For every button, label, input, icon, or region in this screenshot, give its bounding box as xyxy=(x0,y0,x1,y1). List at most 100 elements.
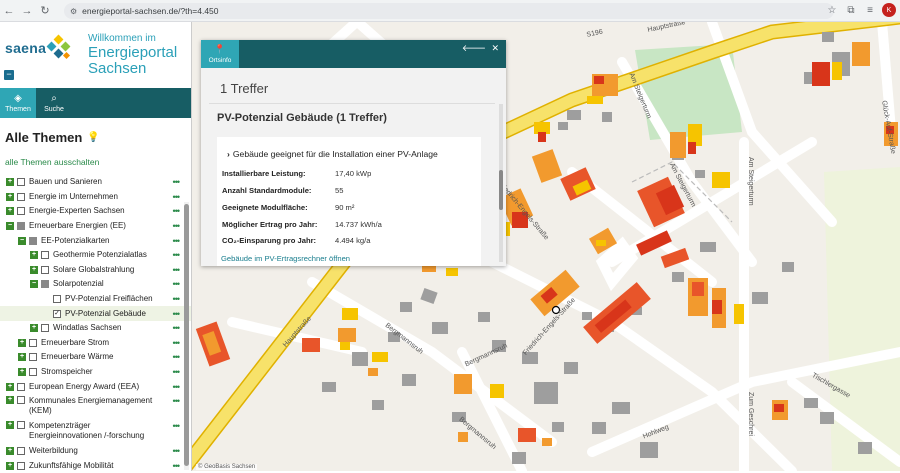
lightbulb-icon[interactable]: 💡 xyxy=(87,132,99,143)
expand-icon[interactable]: + xyxy=(30,251,38,259)
checkbox[interactable] xyxy=(41,266,49,274)
checkbox-checked[interactable]: ✓ xyxy=(53,310,61,318)
checkbox[interactable] xyxy=(29,368,37,376)
more-options-icon[interactable]: ••• xyxy=(173,382,179,392)
checkbox[interactable] xyxy=(29,339,37,347)
tree-item-strom[interactable]: + Erneuerbare Strom ••• xyxy=(0,336,191,351)
back-icon[interactable]: ← xyxy=(0,2,18,20)
expand-icon[interactable]: + xyxy=(30,266,38,274)
more-options-icon[interactable]: ••• xyxy=(173,367,179,377)
checkbox[interactable] xyxy=(17,207,25,215)
checkbox[interactable] xyxy=(41,324,49,332)
more-options-icon[interactable]: ••• xyxy=(173,236,179,246)
tree-item-globalstrahlung[interactable]: + Solare Globalstrahlung ••• xyxy=(0,263,191,278)
tree-item-weiterbildung[interactable]: + Weiterbildung ••• xyxy=(0,444,191,459)
checkbox[interactable] xyxy=(53,295,61,303)
tree-item-solarpotenzial[interactable]: − Solarpotenzial ••• xyxy=(0,277,191,292)
tree-item-windatlas[interactable]: + Windatlas Sachsen ••• xyxy=(0,321,191,336)
more-options-icon[interactable]: ••• xyxy=(173,177,179,187)
tree-item-geothermie[interactable]: + Geothermie Potenzialatlas ••• xyxy=(0,248,191,263)
address-bar[interactable]: ⚙ energieportal-sachsen.de/?th=4.450 xyxy=(64,3,834,19)
expand-icon[interactable]: + xyxy=(6,178,14,186)
more-options-icon[interactable]: ••• xyxy=(173,323,179,333)
expand-icon[interactable]: + xyxy=(6,383,14,391)
popup-scrollbar[interactable] xyxy=(499,104,503,262)
more-options-icon[interactable]: ••• xyxy=(173,221,179,231)
checkbox[interactable] xyxy=(29,237,37,245)
expand-icon[interactable]: + xyxy=(6,396,14,404)
extensions-icon[interactable]: ⧉ xyxy=(844,3,858,17)
tree-item-experten[interactable]: + Energie-Experten Sachsen ••• xyxy=(0,204,191,219)
bookmark-star-icon[interactable]: ☆ xyxy=(825,3,839,17)
expand-icon[interactable]: + xyxy=(6,193,14,201)
tree-item-pv-freiflaechen[interactable]: PV-Potenzial Freiflächen ••• xyxy=(0,292,191,307)
checkbox[interactable] xyxy=(17,396,25,404)
more-options-icon[interactable]: ••• xyxy=(173,294,179,304)
site-info-icon[interactable]: ⚙ xyxy=(70,7,77,16)
tab-ortsinfo[interactable]: 📍 Ortsinfo xyxy=(201,40,239,68)
more-options-icon[interactable]: ••• xyxy=(173,250,179,260)
more-options-icon[interactable]: ••• xyxy=(173,396,179,406)
tree-item-ee-potenzialkarten[interactable]: − EE-Potenzialkarten ••• xyxy=(0,233,191,248)
scrollbar-thumb[interactable] xyxy=(499,170,503,210)
checkbox[interactable] xyxy=(17,447,25,455)
more-options-icon[interactable]: ••• xyxy=(173,352,179,362)
tree-item-stromspeicher[interactable]: + Stromspeicher ••• xyxy=(0,365,191,380)
tree-item-kem[interactable]: + Kommunales Energiemanagement (KEM) ••• xyxy=(0,394,191,419)
more-options-icon[interactable]: ••• xyxy=(173,265,179,275)
checkbox[interactable] xyxy=(17,222,25,230)
checkbox[interactable] xyxy=(17,462,25,470)
expand-icon[interactable]: + xyxy=(6,462,14,470)
profile-avatar[interactable]: K xyxy=(882,3,896,17)
tree-item-waerme[interactable]: + Erneuerbare Wärme ••• xyxy=(0,350,191,365)
collapse-icon[interactable]: − xyxy=(30,280,38,288)
more-options-icon[interactable]: ••• xyxy=(173,279,179,289)
scrollbar-thumb[interactable] xyxy=(184,204,189,466)
checkbox[interactable] xyxy=(17,383,25,391)
more-options-icon[interactable]: ••• xyxy=(173,421,179,431)
open-pv-calculator-link[interactable]: Gebäude im PV-Ertragsrechner öffnen xyxy=(221,254,350,263)
popup-header: 📍 Ortsinfo 🡐 ✕ xyxy=(201,40,506,68)
more-options-icon[interactable]: ••• xyxy=(173,192,179,202)
checkbox[interactable] xyxy=(29,353,37,361)
expand-icon[interactable]: + xyxy=(30,324,38,332)
checkbox[interactable] xyxy=(17,178,25,186)
tree-item-erneuerbare[interactable]: − Erneuerbare Energien (EE) ••• xyxy=(0,219,191,234)
expand-icon[interactable]: + xyxy=(18,353,26,361)
tab-suche[interactable]: ⌕ Suche xyxy=(36,88,72,118)
reading-list-icon[interactable]: ≡ xyxy=(863,3,877,17)
tree-item-unternehmen[interactable]: + Energie im Unternehmen ••• xyxy=(0,190,191,205)
tree-item-kompetenztraeger[interactable]: + Kompetenzträger Energieinnovationen /-… xyxy=(0,419,191,444)
checkbox[interactable] xyxy=(41,280,49,288)
collapse-sidebar-button[interactable]: − xyxy=(4,70,14,80)
forward-icon[interactable]: → xyxy=(18,2,36,20)
more-options-icon[interactable]: ••• xyxy=(173,461,179,471)
close-icon[interactable]: ✕ xyxy=(491,43,499,54)
reload-icon[interactable]: ↻ xyxy=(36,2,54,20)
toggle-all-themes-link[interactable]: alle Themen ausschalten xyxy=(0,145,191,167)
more-options-icon[interactable]: ••• xyxy=(173,446,179,456)
checkbox[interactable] xyxy=(41,251,49,259)
tree-item-eea[interactable]: + European Energy Award (EEA) ••• xyxy=(0,379,191,394)
expand-icon[interactable]: + xyxy=(6,207,14,215)
tab-themen[interactable]: ◈ Themen xyxy=(0,88,36,118)
collapse-icon[interactable]: − xyxy=(6,222,14,230)
sidebar-scrollbar[interactable] xyxy=(184,202,189,470)
more-options-icon[interactable]: ••• xyxy=(173,338,179,348)
tree-item-bauen[interactable]: + Bauen und Sanieren ••• xyxy=(0,175,191,190)
card-heading[interactable]: › Gebäude geeignet für die Installation … xyxy=(227,149,438,159)
checkbox[interactable] xyxy=(17,421,25,429)
checkbox[interactable] xyxy=(17,193,25,201)
tree-item-label: Windatlas Sachsen xyxy=(53,323,121,333)
tree-item-pv-gebaeude[interactable]: ✓ PV-Potenzial Gebäude ••• xyxy=(0,306,191,321)
expand-icon[interactable]: + xyxy=(18,339,26,347)
more-options-icon[interactable]: ••• xyxy=(173,206,179,216)
themes-heading: Alle Themen 💡 xyxy=(0,118,191,145)
collapse-icon[interactable]: − xyxy=(18,237,26,245)
more-options-icon[interactable]: ••• xyxy=(173,309,179,319)
expand-icon[interactable]: + xyxy=(6,421,14,429)
tree-item-label: Weiterbildung xyxy=(29,446,78,456)
expand-icon[interactable]: + xyxy=(6,447,14,455)
back-arrow-icon[interactable]: 🡐 xyxy=(462,43,486,54)
expand-icon[interactable]: + xyxy=(18,368,26,376)
